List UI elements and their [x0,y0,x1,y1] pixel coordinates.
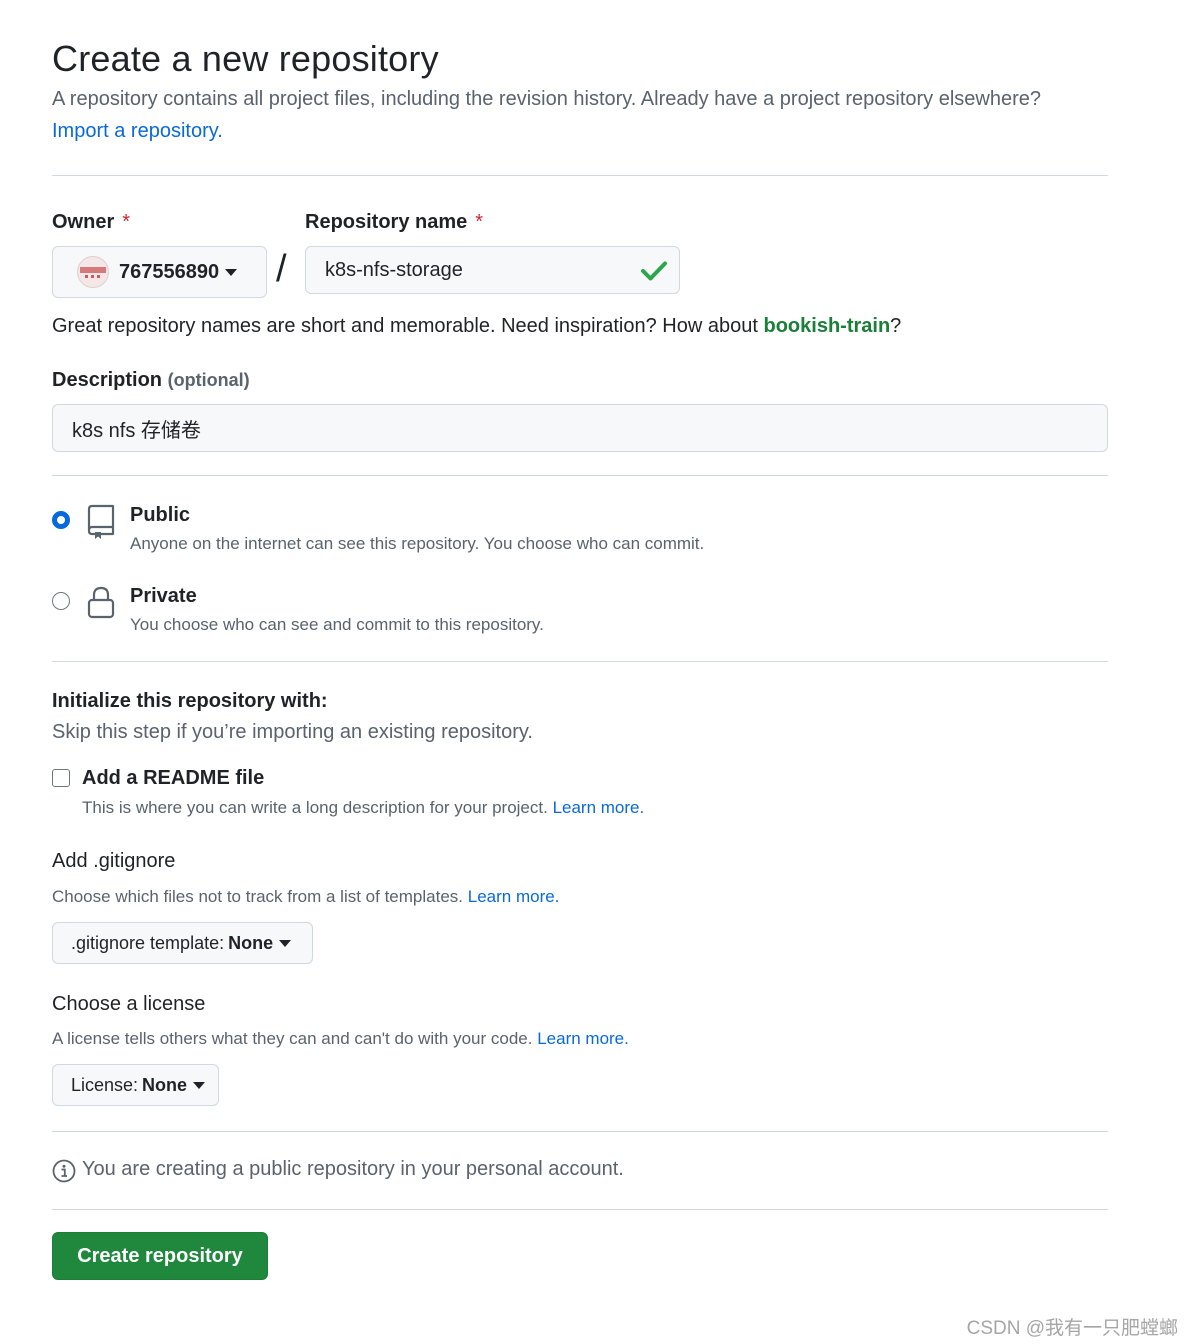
private-option-title: Private [130,585,197,607]
owner-label-text: Owner [52,211,115,233]
page-subtitle: A repository contains all project files,… [52,88,1042,110]
private-radio[interactable] [52,592,70,610]
description-label: Description (optional) [52,369,250,392]
gitignore-learn-more-link[interactable]: Learn more. [468,887,560,906]
divider [52,175,1108,176]
owner-repo-separator: / [276,248,287,290]
divider [52,475,1108,476]
chevron-down-icon [225,268,238,276]
readme-checkbox[interactable] [52,769,70,787]
repo-name-label-text: Repository name [305,211,468,233]
divider [52,661,1108,662]
create-repository-button[interactable]: Create repository [52,1232,268,1280]
gitignore-description-text: Choose which files not to track from a l… [52,887,464,906]
license-heading: Choose a license [52,993,206,1015]
repo-name-input[interactable] [305,246,680,294]
owner-required-mark: * [122,211,131,233]
gitignore-description: Choose which files not to track from a l… [52,887,559,907]
private-option-description: You choose who can see and commit to thi… [130,615,544,634]
chevron-down-icon [279,939,292,947]
repo-name-hint: Great repository names are short and mem… [52,315,901,338]
readme-description-text: This is where you can write a long descr… [82,798,548,817]
description-input[interactable] [52,404,1108,452]
public-option-description: Anyone on the internet can see this repo… [130,534,705,553]
repo-name-required-mark: * [475,211,484,233]
readme-label[interactable]: Add a README file [82,767,264,790]
repo-name-hint-text: Great repository names are short and mem… [52,315,764,337]
owner-dropdown-button[interactable]: 767556890 [52,246,267,298]
info-icon [52,1159,76,1183]
gitignore-heading: Add .gitignore [52,850,176,872]
watermark: CSDN @我有一只肥螳螂 [966,1318,1178,1339]
gitignore-template-select[interactable]: .gitignore template: None [52,922,313,964]
import-repository-link[interactable]: Import a repository. [52,120,223,143]
init-heading: Initialize this repository with: [52,690,328,712]
divider [52,1209,1108,1210]
license-description: A license tells others what they can and… [52,1029,629,1049]
check-icon [641,261,667,281]
description-optional-label: (optional) [167,370,250,390]
public-radio[interactable] [52,511,70,529]
owner-label: Owner * [52,211,130,234]
name-suggestion-link[interactable]: bookish-train [763,315,890,337]
avatar [77,256,109,288]
repo-icon [87,504,115,539]
chevron-down-icon [193,1081,206,1089]
public-option-title: Public [130,504,191,526]
public-repo-notice: You are creating a public repository in … [82,1158,624,1180]
readme-description: This is where you can write a long descr… [82,798,644,818]
gitignore-select-label: .gitignore template: [71,932,225,953]
gitignore-select-value: None [228,932,274,953]
divider [52,1131,1108,1132]
page-title: Create a new repository [52,38,439,79]
readme-learn-more-link[interactable]: Learn more. [553,798,645,817]
lock-icon [87,586,115,619]
init-subheading: Skip this step if you’re importing an ex… [52,721,533,743]
owner-value: 767556890 [119,260,220,283]
license-description-text: A license tells others what they can and… [52,1029,533,1048]
license-select-label: License: [71,1074,139,1095]
license-select[interactable]: License: None [52,1064,219,1106]
description-label-text: Description [52,369,163,391]
hint-suffix: ? [890,315,902,337]
license-select-value: None [142,1074,188,1095]
license-learn-more-link[interactable]: Learn more. [537,1029,629,1048]
repo-name-label: Repository name * [305,211,483,234]
